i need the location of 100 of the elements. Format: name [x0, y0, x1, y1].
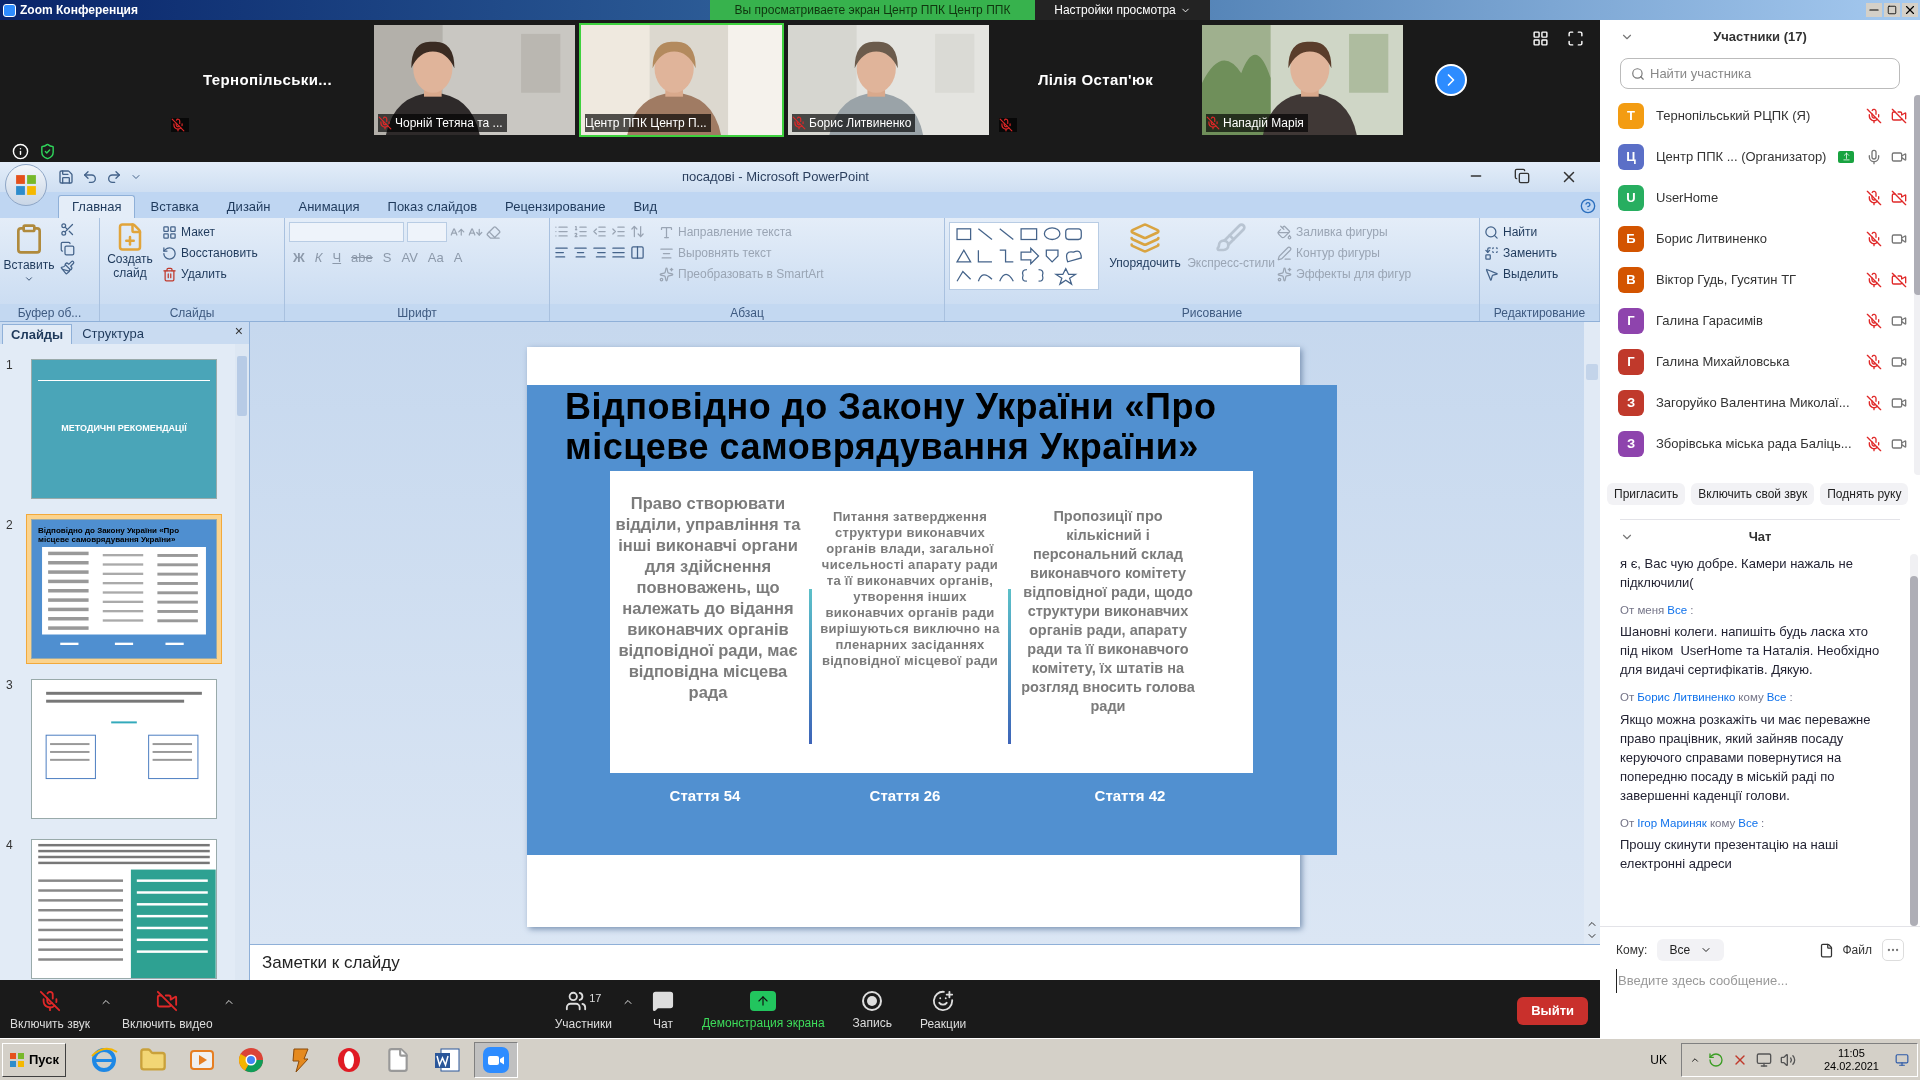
- fullscreen-icon[interactable]: [1567, 30, 1584, 47]
- participant-row[interactable]: З Загоруйко Валентина Миколаї...: [1618, 382, 1909, 423]
- maximize-icon[interactable]: [1884, 3, 1900, 17]
- new-slide-button[interactable]: Создать слайд: [104, 222, 156, 280]
- participant-row[interactable]: Г Галина Гарасимів: [1618, 300, 1909, 341]
- paste-button[interactable]: Вставить: [4, 222, 54, 284]
- paragraph-icon[interactable]: [554, 224, 569, 239]
- align-icon[interactable]: [611, 245, 626, 260]
- volume-icon[interactable]: [1779, 1051, 1796, 1068]
- paragraph-icon[interactable]: [630, 224, 645, 239]
- scroll-thumb[interactable]: [1586, 364, 1598, 380]
- font-size-field[interactable]: [407, 222, 447, 242]
- toolbar-button[interactable]: Запись: [842, 984, 902, 1038]
- ribbon-tab[interactable]: Дизайн: [213, 195, 284, 218]
- save-icon[interactable]: [58, 169, 74, 185]
- align-icon[interactable]: [630, 245, 645, 260]
- ribbon-tab[interactable]: Анимация: [285, 195, 373, 218]
- taskbar-app-icon[interactable]: [474, 1041, 518, 1078]
- update-icon[interactable]: [1707, 1051, 1724, 1068]
- muted-mic-icon: [1866, 353, 1883, 370]
- align-icon[interactable]: [554, 245, 569, 260]
- toolbar-button[interactable]: Включить звук: [0, 984, 101, 1038]
- ribbon-tab[interactable]: Главная: [58, 195, 136, 218]
- thumbnail-title: МЕТОДИЧНІ РЕКОМЕНДАЦІЇ: [61, 422, 187, 436]
- file-button[interactable]: Файл: [1819, 941, 1872, 959]
- shield-icon[interactable]: [39, 142, 56, 160]
- ribbon-tab[interactable]: Рецензирование: [492, 195, 619, 218]
- sender-name[interactable]: Все: [1766, 689, 1787, 707]
- more-icon[interactable]: [1882, 939, 1904, 961]
- close-icon[interactable]: [1902, 3, 1918, 17]
- ribbon-tab[interactable]: Показ слайдов: [374, 195, 491, 218]
- paragraph-icon[interactable]: [611, 224, 626, 239]
- panel-button[interactable]: Поднять руку: [1820, 483, 1909, 505]
- ribbon-button[interactable]: Найти: [1484, 222, 1559, 242]
- notes-field[interactable]: Заметки к слайду: [250, 944, 1600, 980]
- view-settings-button[interactable]: Настройки просмотра: [1035, 0, 1210, 20]
- pane-tab[interactable]: Структура: [74, 324, 152, 344]
- view-layout-icon[interactable]: [1532, 30, 1549, 47]
- toolbar-button[interactable]: Реакции: [909, 984, 977, 1038]
- undo-icon[interactable]: [82, 169, 98, 185]
- copy-icon[interactable]: [60, 241, 75, 256]
- participant-row[interactable]: Г Галина Михайловська: [1618, 341, 1909, 382]
- pane-tab[interactable]: Слайды: [2, 324, 73, 344]
- sender-name[interactable]: Борис Литвиненко: [1637, 689, 1736, 707]
- slide-number: 1: [6, 357, 14, 374]
- ribbon-button[interactable]: Удалить: [162, 264, 258, 284]
- participant-row[interactable]: В Віктор Гудь, Гусятин ТГ: [1618, 259, 1909, 300]
- align-icon[interactable]: [573, 245, 588, 260]
- start-button[interactable]: Пуск: [2, 1042, 66, 1077]
- minimize-icon[interactable]: [1866, 3, 1882, 17]
- shape-gallery[interactable]: [949, 222, 1099, 290]
- message-meta: кому: [1709, 815, 1736, 831]
- clear-format-icon[interactable]: [486, 224, 501, 240]
- participant-row[interactable]: З Зборівська міська рада Баліць...: [1618, 423, 1909, 464]
- align-icon[interactable]: [592, 245, 607, 260]
- help-icon[interactable]: [1580, 198, 1596, 214]
- font-name-field[interactable]: [289, 222, 404, 242]
- ribbon-button[interactable]: Макет: [162, 222, 258, 242]
- panel-button[interactable]: Включить свой звук: [1691, 483, 1815, 505]
- arrange-button[interactable]: Упорядочить: [1105, 222, 1185, 272]
- toolbar-button[interactable]: Демонстрация экрана: [691, 984, 835, 1038]
- sender-name[interactable]: Все: [1667, 602, 1688, 620]
- participant-row[interactable]: U UserHome: [1618, 177, 1909, 218]
- language-indicator[interactable]: UK: [1650, 1050, 1667, 1069]
- sender-name[interactable]: Все: [1738, 814, 1759, 832]
- redo-icon[interactable]: [106, 169, 122, 185]
- participant-row[interactable]: Б Борис Литвиненко: [1618, 218, 1909, 259]
- slide-thumbnail[interactable]: Відповідно до Закону України «Про місцеве самоврядування України»: [26, 514, 222, 664]
- cut-icon[interactable]: [60, 222, 75, 237]
- paragraph-icon[interactable]: [573, 224, 588, 239]
- format-painter-icon[interactable]: [60, 260, 75, 275]
- toolbar-button[interactable]: Включить видео: [112, 984, 223, 1038]
- close-button[interactable]: ×: [234, 321, 243, 342]
- participant-row[interactable]: Ц Центр ППК ... (Организатор): [1618, 136, 1909, 177]
- toolbar-button[interactable]: 17 Участники: [544, 984, 622, 1038]
- slide-title: Відповідно до Закону України «Про місцеве самоврядування України»: [565, 387, 1218, 467]
- restore-icon[interactable]: [1514, 168, 1530, 184]
- info-icon[interactable]: [12, 142, 29, 160]
- network-icon[interactable]: [1755, 1051, 1772, 1068]
- muted-mic-icon: [1866, 312, 1883, 329]
- show-desktop-icon[interactable]: [1895, 1052, 1909, 1067]
- participant-row[interactable]: Т Тернопільський РЦПК (Я): [1618, 95, 1909, 136]
- recipient-dropdown[interactable]: Все: [1657, 939, 1725, 961]
- toolbar-button[interactable]: Чат: [641, 984, 684, 1038]
- ribbon-button[interactable]: Выделить: [1484, 264, 1559, 284]
- ribbon-tab[interactable]: Вид: [620, 195, 670, 218]
- sender-name[interactable]: Ігор Мариняк: [1637, 814, 1707, 832]
- search-field[interactable]: Найти участника: [1620, 58, 1900, 89]
- ribbon-tab[interactable]: Вставка: [137, 195, 212, 218]
- muted-mic-icon: [999, 118, 1013, 132]
- avatar: Т: [1618, 102, 1644, 129]
- scroll-thumb[interactable]: [237, 356, 247, 416]
- paragraph-icon[interactable]: [592, 224, 607, 239]
- leave-button[interactable]: Выйти: [1517, 997, 1588, 1025]
- file-icon: [1819, 942, 1835, 958]
- panel-button[interactable]: Пригласить: [1607, 483, 1686, 505]
- scroll-thumb[interactable]: [1914, 95, 1920, 295]
- ribbon-button[interactable]: Восстановить: [162, 243, 258, 263]
- next-page-button[interactable]: [1435, 64, 1467, 96]
- ribbon-button[interactable]: Заменить: [1484, 243, 1559, 263]
